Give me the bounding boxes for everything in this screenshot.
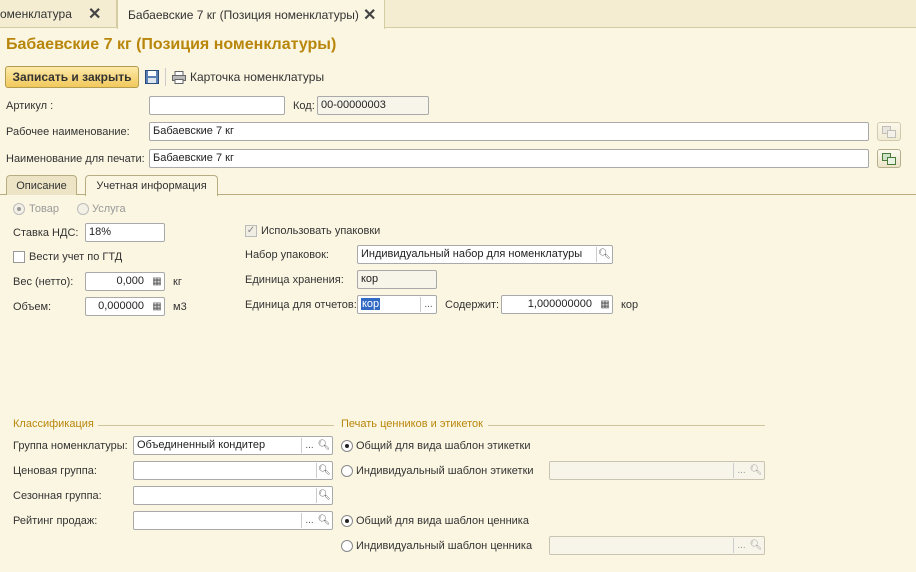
tag-common-text: Общий для вида шаблон ценника	[356, 515, 529, 527]
season-group-label: Сезонная группа:	[13, 490, 102, 502]
ellipsis-icon[interactable]: ...	[301, 438, 317, 453]
search-icon[interactable]: 🔍︎	[596, 247, 612, 262]
type-service-label: Услуга	[92, 203, 126, 215]
contains-input[interactable]: 1,000000000 ▦	[501, 295, 613, 314]
package-set-value: Индивидуальный набор для номенклатуры	[361, 248, 583, 260]
printing-section-title: Печать ценников и этикеток	[341, 418, 483, 430]
label-individual-text: Индивидуальный шаблон этикетки	[356, 465, 534, 477]
copy-icon	[882, 125, 896, 138]
storage-unit-input[interactable]: кор	[357, 270, 437, 289]
window-tab-current[interactable]: Бабаевские 7 кг (Позиция номенклатуры) ✕	[117, 0, 385, 29]
tag-individual-radio[interactable]	[341, 540, 353, 552]
label-common-text: Общий для вида шаблон этикетки	[356, 440, 531, 452]
search-icon[interactable]: 🔍︎	[316, 463, 332, 478]
search-icon[interactable]: 🔍︎	[316, 438, 332, 453]
tag-template-input[interactable]: ... 🔍︎	[549, 536, 765, 555]
copy-icon	[882, 152, 896, 165]
gtd-label: Вести учет по ГТД	[29, 251, 123, 263]
label-template-input[interactable]: ... 🔍︎	[549, 461, 765, 480]
label-common-radio[interactable]	[341, 440, 353, 452]
toolbar-divider	[165, 68, 166, 86]
calculator-icon[interactable]: ▦	[597, 297, 612, 312]
weight-value: 0,000	[116, 275, 144, 287]
tag-individual-text: Индивидуальный шаблон ценника	[356, 540, 533, 552]
volume-unit: м3	[173, 301, 187, 313]
print-name-label: Наименование для печати:	[6, 153, 145, 165]
vat-label: Ставка НДС:	[13, 227, 79, 239]
use-packages-label: Использовать упаковки	[261, 225, 381, 237]
work-name-label: Рабочее наименование:	[6, 126, 130, 138]
contains-value: 1,000000000	[527, 298, 592, 310]
tab-accounting[interactable]: Учетная информация	[85, 175, 218, 196]
close-icon[interactable]: ✕	[363, 5, 376, 25]
season-group-input[interactable]: 🔍︎	[133, 486, 333, 505]
article-label: Артикул :	[6, 100, 54, 112]
page-title: Бабаевские 7 кг (Позиция номенклатуры)	[6, 36, 337, 53]
printer-icon	[172, 70, 186, 84]
volume-label: Объем:	[13, 301, 52, 313]
save-and-close-button[interactable]: Записать и закрыть	[5, 66, 139, 88]
print-name-input[interactable]: Бабаевские 7 кг	[149, 149, 869, 168]
package-set-label: Набор упаковок:	[245, 249, 329, 261]
article-input[interactable]	[149, 96, 285, 115]
ellipsis-icon[interactable]: ...	[733, 538, 749, 553]
rating-label: Рейтинг продаж:	[13, 515, 98, 527]
copy-print-name-button[interactable]	[877, 149, 901, 168]
tab-description[interactable]: Описание	[6, 175, 77, 195]
package-set-input[interactable]: Индивидуальный набор для номенклатуры 🔍︎	[357, 245, 613, 264]
weight-unit: кг	[173, 276, 182, 288]
use-packages-checkbox[interactable]: ✓	[245, 225, 257, 237]
copy-name-button[interactable]	[877, 122, 901, 141]
report-unit-input[interactable]: кор ...	[357, 295, 437, 314]
ellipsis-icon[interactable]: ...	[420, 297, 436, 312]
rating-input[interactable]: ... 🔍︎	[133, 511, 333, 530]
work-name-input[interactable]: Бабаевские 7 кг	[149, 122, 869, 141]
section-divider	[488, 425, 765, 426]
group-value: Объединенный кондитер	[137, 439, 266, 451]
calculator-icon[interactable]: ▦	[149, 274, 164, 289]
type-service-radio[interactable]	[77, 203, 89, 215]
gtd-checkbox[interactable]	[13, 251, 25, 263]
section-divider	[98, 425, 334, 426]
window-tab-label: оменклатура	[0, 7, 72, 21]
contains-unit: кор	[621, 299, 639, 311]
tag-common-radio[interactable]	[341, 515, 353, 527]
storage-unit-label: Единица хранения:	[245, 274, 344, 286]
code-label: Код:	[293, 100, 315, 112]
weight-label: Вес (нетто):	[13, 276, 74, 288]
search-icon[interactable]: 🔍︎	[316, 513, 332, 528]
item-card-label: Карточка номенклатуры	[190, 70, 325, 84]
calculator-icon[interactable]: ▦	[149, 299, 164, 314]
window-tab-label: Бабаевские 7 кг (Позиция номенклатуры)	[128, 7, 359, 22]
label-individual-radio[interactable]	[341, 465, 353, 477]
item-card-button[interactable]: Карточка номенклатуры	[172, 68, 324, 86]
price-group-input[interactable]: 🔍︎	[133, 461, 333, 480]
report-unit-label: Единица для отчетов:	[245, 299, 357, 311]
ellipsis-icon[interactable]: ...	[733, 463, 749, 478]
type-goods-radio[interactable]	[13, 203, 25, 215]
code-input[interactable]: 00-00000003	[317, 96, 429, 115]
volume-input[interactable]: 0,000000 ▦	[85, 297, 165, 316]
volume-value: 0,000000	[98, 300, 144, 312]
close-icon[interactable]: ✕	[88, 4, 101, 24]
search-icon[interactable]: 🔍︎	[748, 538, 764, 553]
contains-label: Содержит:	[445, 299, 500, 311]
price-group-label: Ценовая группа:	[13, 465, 97, 477]
group-label: Группа номенклатуры:	[13, 440, 128, 452]
vat-select[interactable]: 18%	[85, 223, 165, 242]
floppy-icon	[145, 70, 159, 84]
report-unit-value: кор	[361, 298, 381, 310]
ellipsis-icon[interactable]: ...	[301, 513, 317, 528]
search-icon[interactable]: 🔍︎	[316, 488, 332, 503]
window-tab-nomenclature[interactable]: оменклатура ✕	[0, 0, 117, 28]
type-goods-label: Товар	[29, 203, 59, 215]
weight-input[interactable]: 0,000 ▦	[85, 272, 165, 291]
save-button[interactable]	[144, 69, 160, 85]
classification-section-title: Классификация	[13, 418, 94, 430]
group-input[interactable]: Объединенный кондитер ... 🔍︎	[133, 436, 333, 455]
search-icon[interactable]: 🔍︎	[748, 463, 764, 478]
